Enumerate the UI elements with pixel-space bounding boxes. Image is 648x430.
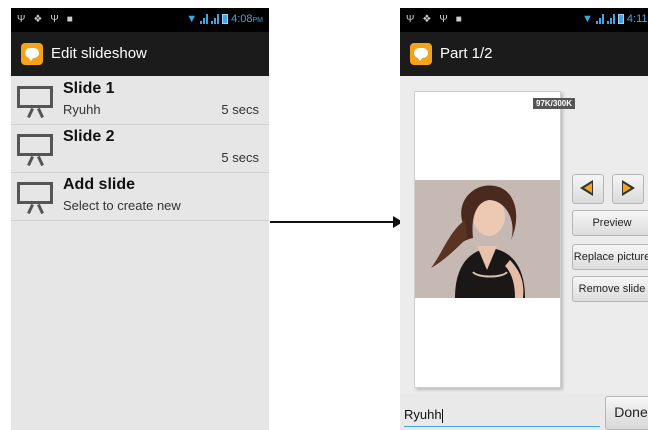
usb-icon: Ψ bbox=[50, 14, 59, 25]
notification-icons: Ψ ❖ Ψ ■ bbox=[406, 14, 462, 25]
usb-icon: Ψ bbox=[17, 14, 26, 25]
slideshow-board-icon bbox=[17, 82, 55, 120]
slideshow-board-icon bbox=[17, 130, 55, 168]
status-bar: Ψ ❖ Ψ ■ ▼ 4:11PM bbox=[400, 8, 648, 32]
compose-bar: Ryuhh Done bbox=[400, 394, 648, 430]
title-bar: Part 1/2 bbox=[400, 32, 648, 76]
slide-title: Slide 1 bbox=[63, 80, 115, 97]
slide-duration: 5 secs bbox=[221, 150, 259, 165]
slide-subtitle: Ryuhh bbox=[63, 102, 101, 117]
slide-editor-screen: Ψ ❖ Ψ ■ ▼ 4:11PM Part 1/2 97K/300K bbox=[400, 8, 648, 430]
slide-item-1[interactable]: Slide 1 Ryuhh 5 secs bbox=[11, 76, 269, 125]
signal-icon bbox=[595, 14, 604, 24]
slide-text-input[interactable]: Ryuhh bbox=[404, 404, 600, 427]
slide-title: Add slide bbox=[63, 176, 136, 193]
next-arrow-icon bbox=[622, 180, 635, 196]
slide-duration: 5 secs bbox=[221, 102, 259, 117]
photo-image bbox=[415, 180, 560, 298]
usb-icon: Ψ bbox=[406, 14, 415, 25]
slide-title: Slide 2 bbox=[63, 128, 115, 145]
system-icons: ▼ 4:08PM bbox=[186, 13, 263, 25]
replace-picture-button[interactable]: Replace picture bbox=[572, 244, 648, 270]
page-title: Part 1/2 bbox=[440, 45, 493, 62]
photo-icon: ■ bbox=[66, 14, 73, 25]
notification-icons: Ψ ❖ Ψ ■ bbox=[17, 14, 73, 25]
status-bar: Ψ ❖ Ψ ■ ▼ 4:08PM bbox=[11, 8, 269, 32]
slideshow-board-icon bbox=[17, 178, 55, 216]
slide-item-2[interactable]: Slide 2 5 secs bbox=[11, 124, 269, 173]
slide-text-value: Ryuhh bbox=[404, 407, 442, 422]
photo-icon: ■ bbox=[455, 14, 462, 25]
slide-subtitle: Select to create new bbox=[63, 198, 181, 213]
add-slide-item[interactable]: Add slide Select to create new bbox=[11, 172, 269, 221]
signal-icon bbox=[211, 14, 220, 24]
remove-slide-button[interactable]: Remove slide bbox=[572, 276, 648, 302]
message-size-badge: 97K/300K bbox=[533, 98, 576, 109]
preview-button[interactable]: Preview bbox=[572, 210, 648, 236]
system-icons: ▼ 4:11PM bbox=[582, 13, 648, 25]
usb-icon: Ψ bbox=[439, 14, 448, 25]
edit-slideshow-screen: Ψ ❖ Ψ ■ ▼ 4:08PM Edit slideshow Slide 1 … bbox=[11, 8, 269, 430]
messaging-app-icon[interactable] bbox=[410, 43, 432, 65]
signal-icon bbox=[200, 14, 209, 24]
wifi-icon: ▼ bbox=[186, 13, 198, 25]
text-caret bbox=[441, 408, 443, 423]
battery-icon bbox=[617, 14, 624, 24]
transition-arrow-line bbox=[270, 221, 395, 223]
previous-arrow-icon bbox=[580, 180, 593, 196]
previous-slide-button[interactable] bbox=[572, 174, 604, 204]
slide-list: Slide 1 Ryuhh 5 secs Slide 2 5 secs Add … bbox=[11, 76, 269, 430]
status-time: 4:08PM bbox=[231, 13, 263, 25]
android-icon: ❖ bbox=[33, 14, 43, 25]
wifi-icon: ▼ bbox=[582, 13, 593, 25]
android-icon: ❖ bbox=[422, 14, 432, 25]
slide-editor-body: 97K/300K Preview Replace picture Remove … bbox=[400, 76, 648, 430]
messaging-app-icon[interactable] bbox=[21, 43, 43, 65]
title-bar: Edit slideshow bbox=[11, 32, 269, 76]
slide-photo[interactable] bbox=[415, 180, 560, 298]
battery-icon bbox=[222, 14, 229, 24]
page-title: Edit slideshow bbox=[51, 45, 147, 62]
next-slide-button[interactable] bbox=[612, 174, 644, 204]
signal-icon bbox=[606, 14, 615, 24]
done-button[interactable]: Done bbox=[605, 396, 648, 430]
status-time: 4:11PM bbox=[626, 13, 648, 25]
